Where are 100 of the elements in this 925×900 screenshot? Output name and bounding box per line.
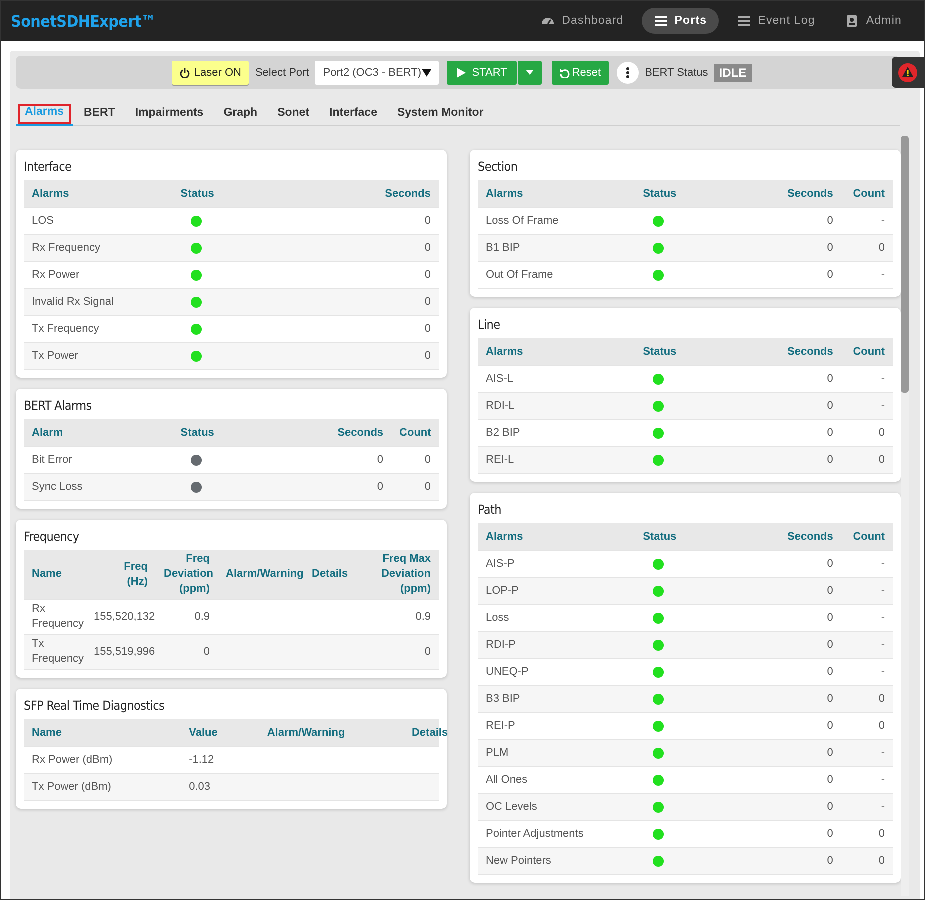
card-title: BERT Alarms: [24, 398, 93, 413]
table-cell: 0: [424, 323, 431, 335]
column-header: Status: [180, 188, 214, 200]
card-title: Section: [478, 159, 519, 174]
table-cell: 0: [424, 646, 431, 658]
tab[interactable]: Impairments: [126, 103, 213, 125]
table-cell: B2 BIP: [486, 427, 520, 439]
card-title: SFP Real Time Diagnostics: [24, 698, 166, 713]
alert-button[interactable]: [892, 57, 924, 88]
table-cell: 0: [424, 242, 431, 254]
tab[interactable]: BERT: [75, 103, 124, 125]
port-select[interactable]: Port2 (OC3 - BERT): [315, 60, 440, 84]
table-cell: RDI-L: [486, 400, 515, 412]
table-cell: 0: [204, 646, 210, 658]
card-title: Interface: [24, 159, 73, 174]
laser-button[interactable]: Laser ON: [172, 60, 250, 84]
table-cell: 0: [827, 774, 834, 786]
table-cell: -: [881, 774, 885, 786]
table-cell: 0: [878, 720, 885, 732]
column-header: Alarms: [486, 346, 524, 358]
table-cell: Loss Of Frame: [486, 215, 559, 227]
table-cell: REI-L: [486, 454, 514, 466]
table-cell: 0: [827, 666, 834, 678]
card-title: Frequency: [24, 529, 80, 544]
scroll-thumb[interactable]: [901, 136, 909, 393]
column-header: Freq (Hz): [124, 560, 148, 588]
table-cell: B1 BIP: [486, 242, 520, 254]
card-title: Path: [478, 502, 502, 517]
nav-item[interactable]: Admin: [833, 8, 914, 34]
table-cell: 0: [878, 693, 885, 705]
nav-item[interactable]: Dashboard: [529, 8, 636, 34]
table-cell: AIS-P: [486, 558, 515, 570]
table-cell: 0: [424, 296, 431, 308]
column-header: Freq Deviation (ppm): [164, 553, 214, 595]
table-cell: -: [881, 666, 885, 678]
table-cell: -: [881, 612, 885, 624]
column-header: Seconds: [788, 188, 834, 200]
column-header: Status: [643, 346, 677, 358]
table-cell: 0: [827, 828, 834, 840]
table-cell: Tx Power: [32, 350, 78, 362]
select-port-label: Select Port: [255, 66, 310, 78]
reset-icon: [560, 68, 570, 78]
table-cell: 0: [827, 427, 834, 439]
table-cell: 0: [827, 373, 834, 385]
column-header: Name: [32, 568, 62, 580]
table-cell: 0: [424, 454, 431, 466]
table-cell: 0: [424, 481, 431, 493]
dropdown-button[interactable]: [518, 60, 542, 84]
column-header: Alarms: [486, 530, 524, 542]
tab[interactable]: Sonet: [268, 103, 319, 125]
table-cell: PLM: [486, 747, 509, 759]
table-cell: Tx Frequency: [32, 323, 100, 335]
table-cell: LOP-P: [486, 585, 520, 597]
table-cell: Rx Frequency: [32, 242, 100, 254]
column-header: Seconds: [385, 188, 431, 200]
status-badge: IDLE: [714, 64, 752, 82]
table-cell: 0: [878, 855, 885, 867]
gauge-icon: [541, 15, 556, 27]
table-cell: Loss: [486, 612, 510, 624]
bert-status-label: BERT Status: [645, 66, 708, 78]
table-cell: Invalid Rx Signal: [32, 296, 114, 308]
table-cell: AIS-L: [486, 373, 514, 385]
column-header: Count: [853, 530, 885, 542]
table-cell: -: [881, 400, 885, 412]
column-header: Details: [312, 568, 348, 580]
table-cell: B3 BIP: [486, 693, 520, 705]
table-cell: UNEQ-P: [486, 666, 529, 678]
table-cell: New Pointers: [486, 855, 552, 867]
table-cell: 0: [827, 747, 834, 759]
caret-icon: [526, 70, 534, 75]
table-cell: Rx Power (dBm): [32, 754, 113, 766]
table-cell: -: [881, 558, 885, 570]
table-cell: -1.12: [189, 754, 214, 766]
tab[interactable]: System Monitor: [388, 103, 493, 125]
table-cell: -: [881, 747, 885, 759]
column-header: Alarm: [32, 426, 64, 438]
column-header: Freq Max Deviation (ppm): [381, 553, 431, 595]
table-cell: 0.9: [416, 610, 431, 622]
scrollbar[interactable]: [901, 136, 909, 896]
tab[interactable]: Graph: [214, 103, 267, 125]
column-header: Seconds: [788, 530, 834, 542]
table-cell: 0: [827, 558, 834, 570]
table-cell: 0: [827, 269, 834, 281]
table-cell: 155,520,132: [94, 610, 156, 622]
table-cell: LOS: [32, 215, 54, 227]
more-button[interactable]: [617, 62, 640, 84]
list-icon: [737, 15, 752, 27]
power-icon: [180, 68, 190, 78]
nav-item[interactable]: Event Log: [725, 8, 828, 34]
table-cell: 0.03: [189, 781, 211, 793]
table-cell: 0: [827, 801, 834, 813]
nav-item[interactable]: Ports: [642, 8, 720, 34]
table-cell: RDI-P: [486, 639, 516, 651]
table-cell: Tx Frequency: [32, 638, 84, 665]
table-cell: 0: [377, 481, 384, 493]
table-cell: Sync Loss: [32, 481, 83, 493]
table-cell: 0: [827, 454, 834, 466]
table-cell: 0: [878, 828, 885, 840]
tab[interactable]: Interface: [320, 103, 386, 125]
column-header: Count: [853, 346, 885, 358]
